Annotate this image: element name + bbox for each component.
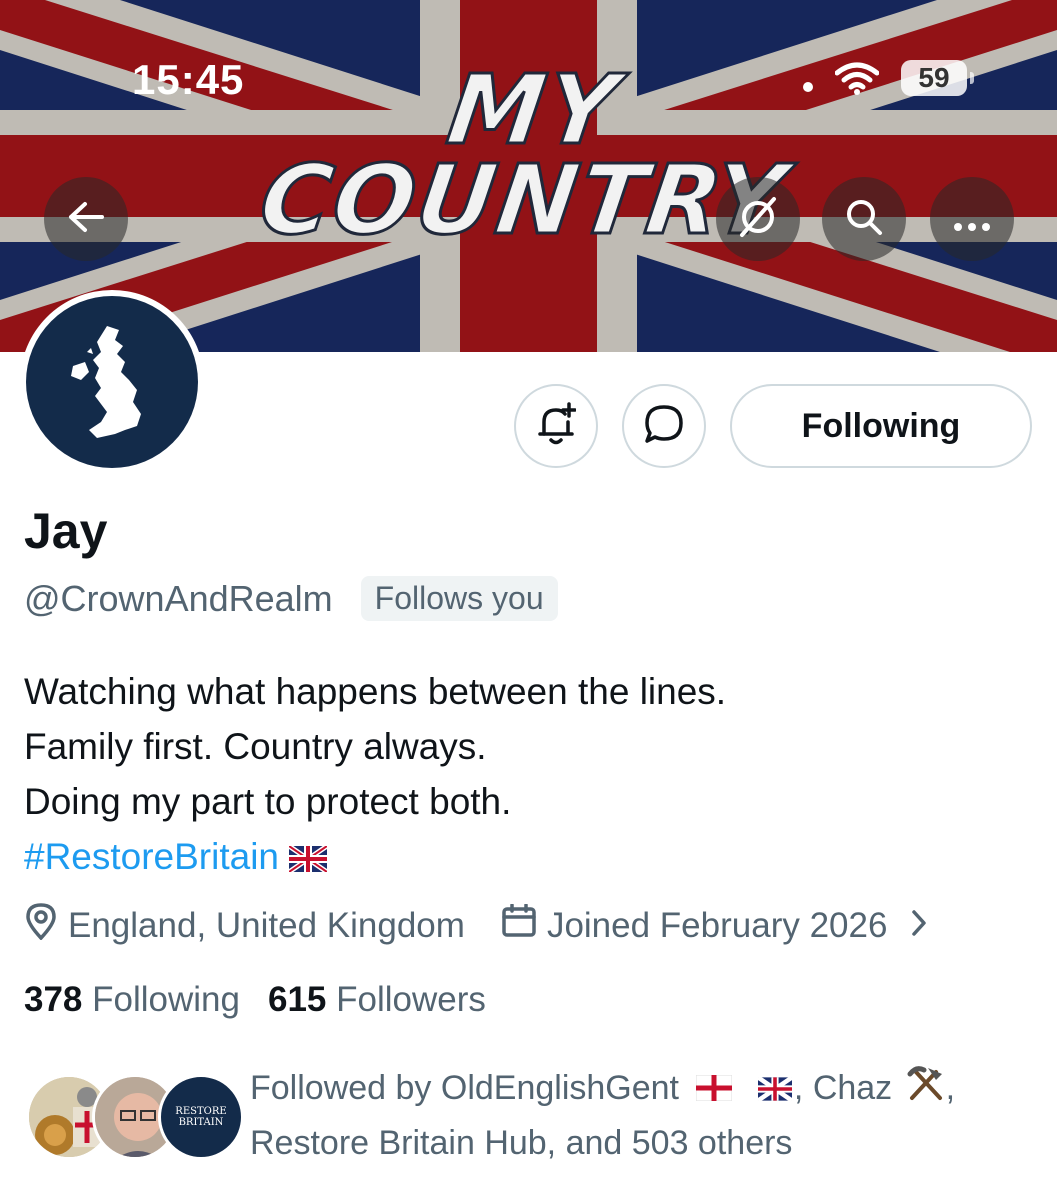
bio-line: Doing my part to protect both. [24, 781, 512, 822]
followers-count: 615 [268, 980, 327, 1019]
calendar-icon [501, 903, 537, 947]
status-time: 15:45 [132, 56, 245, 103]
joined-text: Joined February 2026 [546, 905, 888, 945]
display-name: Jay [24, 503, 108, 559]
arrow-left-icon [67, 201, 105, 238]
notifications-button[interactable] [514, 384, 598, 468]
battery-indicator: 59 [901, 60, 974, 96]
message-icon [643, 403, 685, 450]
profile-bio: Watching what happens between the lines.… [24, 664, 726, 887]
uk-flag-icon [287, 832, 329, 887]
handle-row: @CrownAndRealm Follows you [24, 576, 558, 621]
following-count: 378 [24, 980, 83, 1019]
profile-avatar[interactable] [20, 290, 204, 474]
followed-by-prefix: Followed by OldEnglishGent [250, 1069, 680, 1107]
follows-you-badge: Follows you [360, 576, 558, 621]
following-button[interactable]: Following [730, 384, 1032, 468]
user-handle: @CrownAndRealm [24, 577, 333, 619]
following-label: Following [92, 980, 240, 1019]
wifi-icon [835, 61, 879, 95]
chevron-right-icon [911, 904, 927, 947]
followers-stat[interactable]: 615 Followers [268, 980, 486, 1020]
location-item: England, United Kingdom [24, 902, 465, 949]
search-button[interactable] [822, 177, 906, 261]
avatar: RESTORE BRITAIN [158, 1074, 244, 1160]
bio-line: Family first. Country always. [24, 726, 487, 767]
profile-meta: England, United Kingdom Joined February … [24, 902, 927, 949]
england-flag-icon [695, 1064, 733, 1116]
signal-icon [803, 82, 813, 92]
more-icon [952, 197, 992, 242]
joined-item[interactable]: Joined February 2026 [501, 903, 928, 947]
more-button[interactable] [930, 177, 1014, 261]
follow-stats: 378 Following 615 Followers [24, 980, 486, 1020]
followers-label: Followers [336, 980, 486, 1019]
hashtag-link[interactable]: #RestoreBritain [24, 836, 279, 877]
followed-by-line2: Restore Britain Hub, and 503 others [250, 1123, 793, 1162]
following-stat[interactable]: 378 Following [24, 980, 240, 1020]
hammer-pick-icon [906, 1064, 946, 1117]
profile-banner[interactable]: MY COUNTRY 15:45 59 [0, 0, 1057, 352]
location-pin-icon [24, 902, 58, 949]
bio-line: Watching what happens between the lines. [24, 671, 727, 712]
followed-by-name2: , Chaz [793, 1069, 893, 1107]
message-button[interactable] [622, 384, 706, 468]
grok-button[interactable] [716, 177, 800, 261]
uk-flag-icon [756, 1064, 794, 1116]
location-text: England, United Kingdom [68, 905, 465, 945]
status-indicators: 59 [803, 60, 974, 96]
grok-icon [736, 195, 780, 244]
search-icon [844, 197, 884, 242]
followers-you-know-avatars[interactable]: RESTORE BRITAIN [26, 1074, 244, 1160]
bell-plus-icon [536, 401, 577, 451]
followed-by-text[interactable]: Followed by OldEnglishGent , Chaz , Rest… [250, 1062, 1040, 1169]
back-button[interactable] [44, 177, 128, 261]
uk-map-icon [26, 296, 198, 468]
